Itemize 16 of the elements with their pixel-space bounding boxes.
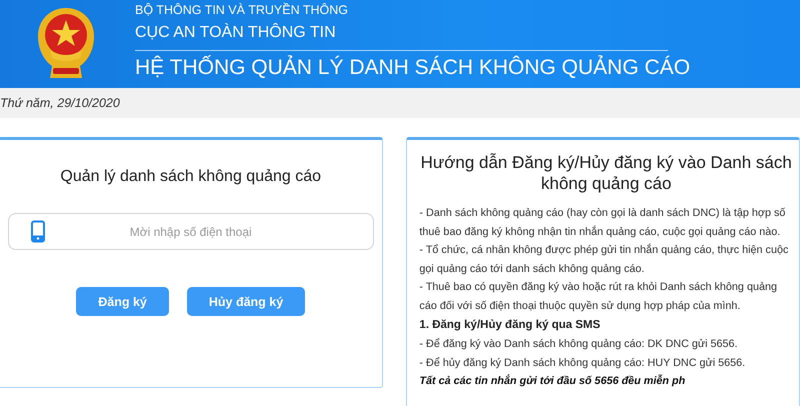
department-name: CỤC AN TOÀN THÔNG TIN [135, 24, 668, 51]
guide-paragraph: - Danh sách không quảng cáo (hay còn gọi là danh sách DNC) là tập hợp số thuê bao đăng ký không nhận tin nhắn quảng cáo, cuộc gọi quảng cáo nào. [419, 206, 786, 240]
section-heading: 1. Đăng ký/Hủy đăng ký qua SMS [419, 319, 602, 331]
sms-instruction: - Để hủy đăng ký Danh sách không quảng cáo: HUY DNC gửi 5656. [419, 356, 746, 370]
current-date: Thứ năm, 29/10/2020 [0, 96, 120, 110]
action-button[interactable]: Hủy đăng ký [186, 287, 306, 316]
action-button[interactable]: Đăng ký [76, 287, 169, 316]
guide-paragraph: - Thuê bao có quyền đăng ký vào hoặc rút ra khỏi Danh sách không quảng cáo đối với số điện thoại thuộc quyền sử dụng hợp pháp của mình. [419, 280, 778, 314]
guide-paragraph: - Tổ chức, cá nhân không được phép gửi tin nhắn quảng cáo, thực hiện cuộc gọi quảng cáo tới danh sách không quảng cáo. [419, 242, 790, 276]
sms-instruction: - Để đăng ký vào Danh sách không quảng cáo: DK DNC gửi 5656. [419, 337, 739, 352]
free-sms-note: Tất cả các tin nhắn gửi tới đầu số 5656 đều miễn ph [419, 373, 686, 389]
guide-title: Hướng dẫn Đăng ký/Hủy đăng ký vào Danh sách không quảng cáo [420, 152, 793, 194]
phone-input-field[interactable]: Mời nhập số điện thoại [8, 213, 374, 250]
system-title: HỆ THỐNG QUẢN LÝ DANH SÁCH KHÔNG QUẢNG CÁO [135, 56, 690, 80]
ministry-name: BỘ THÔNG TIN VÀ TRUYỀN THÔNG [135, 3, 349, 17]
card-title: Quản lý danh sách không quảng cáo [60, 168, 322, 186]
